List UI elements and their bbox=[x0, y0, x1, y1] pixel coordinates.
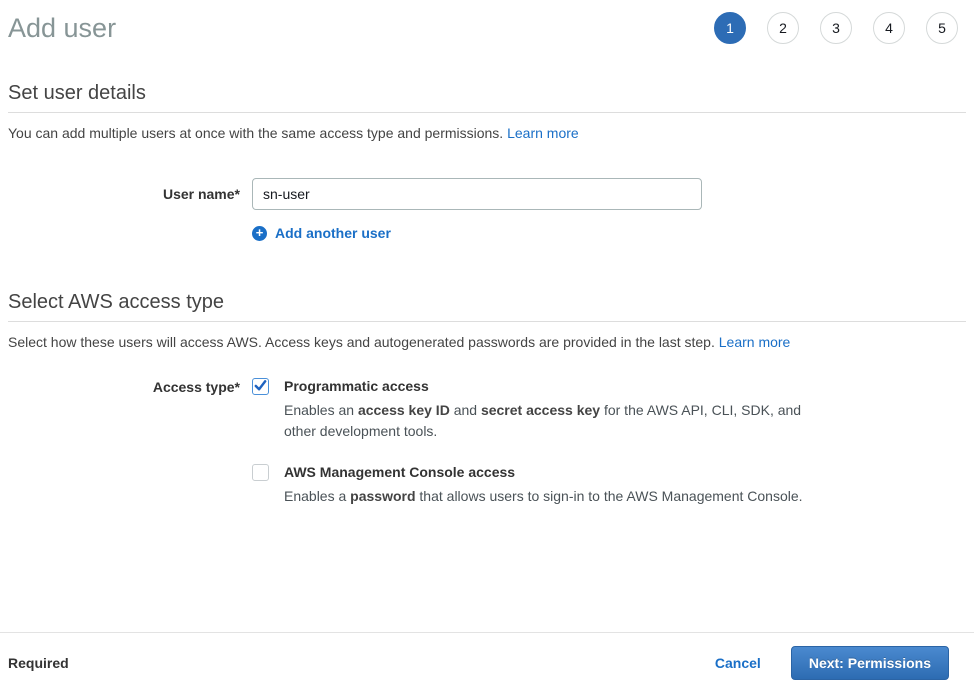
page-title: Add user bbox=[8, 12, 116, 44]
wizard-step-1: 1 bbox=[714, 12, 746, 44]
user-name-label: User name* bbox=[8, 178, 252, 202]
divider bbox=[8, 112, 966, 113]
section-user-details: Set user details You can add multiple us… bbox=[0, 82, 974, 241]
console-access-title: AWS Management Console access bbox=[284, 463, 803, 482]
required-note: Required bbox=[8, 655, 69, 671]
programmatic-access-text: Programmatic access Enables an access ke… bbox=[284, 377, 808, 442]
user-name-input[interactable] bbox=[252, 178, 702, 210]
user-name-row: User name* bbox=[8, 178, 966, 210]
access-type-options: Programmatic access Enables an access ke… bbox=[252, 377, 808, 507]
access-type-intro: Select how these users will access AWS. … bbox=[8, 333, 966, 351]
console-access-option: AWS Management Console access Enables a … bbox=[252, 463, 808, 507]
wizard-steps: 1 2 3 4 5 bbox=[714, 12, 958, 44]
wizard-step-2: 2 bbox=[767, 12, 799, 44]
access-type-label: Access type* bbox=[8, 377, 252, 395]
user-details-learn-more-link[interactable]: Learn more bbox=[507, 125, 579, 141]
access-type-learn-more-link[interactable]: Learn more bbox=[719, 334, 791, 350]
checkmark-icon bbox=[253, 378, 268, 393]
footer-actions: Cancel Next: Permissions bbox=[715, 646, 949, 680]
user-details-intro-text: You can add multiple users at once with … bbox=[8, 125, 503, 141]
console-access-text: AWS Management Console access Enables a … bbox=[284, 463, 803, 507]
access-type-heading: Select AWS access type bbox=[8, 291, 966, 314]
wizard-step-4: 4 bbox=[873, 12, 905, 44]
user-details-intro: You can add multiple users at once with … bbox=[8, 124, 966, 142]
access-type-intro-text: Select how these users will access AWS. … bbox=[8, 334, 715, 350]
wizard-step-3: 3 bbox=[820, 12, 852, 44]
add-another-user-label: Add another user bbox=[275, 225, 391, 241]
next-permissions-button[interactable]: Next: Permissions bbox=[791, 646, 949, 680]
wizard-step-5: 5 bbox=[926, 12, 958, 44]
access-type-row: Access type* Programmatic access Enables… bbox=[8, 377, 966, 507]
add-another-user-button[interactable]: + Add another user bbox=[252, 225, 391, 241]
programmatic-access-checkbox[interactable] bbox=[252, 378, 269, 395]
add-user-page: Add user 1 2 3 4 5 Set user details You … bbox=[0, 0, 974, 697]
page-header: Add user 1 2 3 4 5 bbox=[0, 0, 974, 44]
add-another-user-row: + Add another user bbox=[8, 225, 966, 241]
plus-icon: + bbox=[252, 226, 267, 241]
console-access-checkbox[interactable] bbox=[252, 464, 269, 481]
section-access-type: Select AWS access type Select how these … bbox=[0, 291, 974, 507]
user-details-heading: Set user details bbox=[8, 82, 966, 105]
programmatic-access-description: Enables an access key ID and secret acce… bbox=[284, 400, 808, 442]
divider bbox=[8, 321, 966, 322]
programmatic-access-option: Programmatic access Enables an access ke… bbox=[252, 377, 808, 442]
wizard-footer: Required Cancel Next: Permissions bbox=[0, 632, 974, 697]
programmatic-access-title: Programmatic access bbox=[284, 377, 808, 396]
console-access-description: Enables a password that allows users to … bbox=[284, 486, 803, 507]
cancel-button[interactable]: Cancel bbox=[715, 655, 761, 671]
